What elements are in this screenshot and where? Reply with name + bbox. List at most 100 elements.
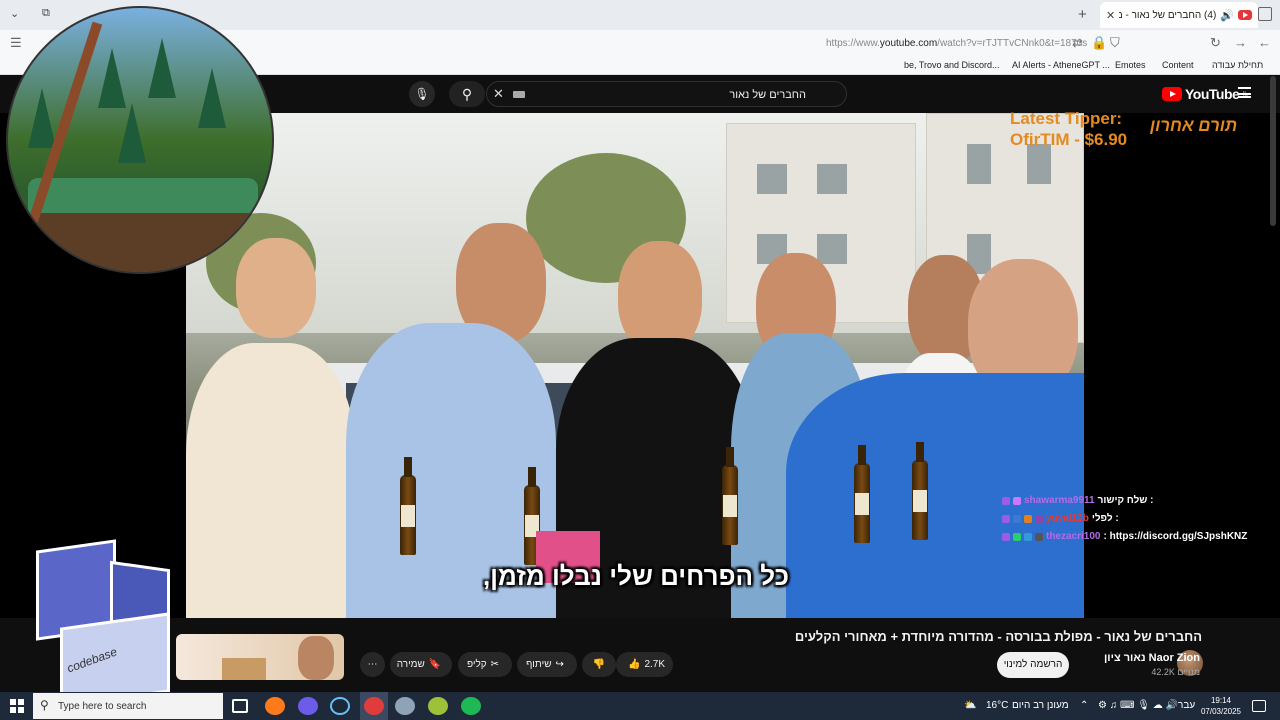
- weather-text[interactable]: מעונן רב היום: [1012, 700, 1069, 711]
- search-button[interactable]: ⚲: [449, 81, 485, 107]
- badge-icon: [1035, 515, 1043, 523]
- tree-shape: [98, 48, 126, 108]
- tipper-hebrew-label: תורם אחרון: [1150, 116, 1238, 135]
- recommended-video-thumbnail[interactable]: [176, 634, 344, 680]
- tree-shape: [118, 103, 146, 163]
- forward-icon[interactable]: →: [1234, 35, 1247, 50]
- dislike-icon: 👎: [592, 659, 606, 670]
- tab-youtube[interactable]: 🔊 (4) החברים של נאור - מפולת ✕: [1100, 2, 1258, 28]
- new-tab-button[interactable]: +: [1078, 6, 1087, 23]
- reload-icon[interactable]: ↻: [1210, 35, 1221, 51]
- search-icon: ⚲: [40, 698, 49, 712]
- badge-icon: [1002, 533, 1010, 541]
- steam-icon[interactable]: [330, 697, 350, 715]
- tree-shape: [148, 38, 176, 98]
- bookmark-ai-alerts[interactable]: AI Alerts - AtheneGPT ...: [1012, 60, 1110, 70]
- chat-user: yuval12b: [1046, 513, 1089, 524]
- more-actions-button[interactable]: ⋯: [360, 652, 385, 677]
- share-icon: ↪: [555, 659, 564, 670]
- like-button[interactable]: 👍 2.7K: [616, 652, 673, 677]
- tree-shape: [28, 88, 56, 148]
- share-button[interactable]: שיתוף ↪: [517, 652, 577, 677]
- clip-label: קליפ: [466, 659, 487, 670]
- search-input[interactable]: החברים של נאור ✕: [486, 81, 847, 107]
- scissors-icon: ✂: [490, 659, 500, 670]
- youtube-play-icon: [1162, 87, 1182, 101]
- badge-icon: [1013, 515, 1021, 523]
- tray-icons[interactable]: ⚙ ♫ ⌨ 🎙 ☁ 🔊: [1098, 700, 1178, 711]
- bookmark-icon: 🔖: [428, 659, 442, 670]
- video-player[interactable]: כל הפרחים שלי נבלו מזמן,: [186, 113, 1084, 618]
- app-icon[interactable]: [428, 697, 448, 715]
- guide-menu-icon[interactable]: [1238, 87, 1251, 98]
- tree-shape: [198, 68, 226, 128]
- tray-overflow-icon[interactable]: ⌃: [1080, 700, 1088, 711]
- face-shape: [298, 636, 334, 680]
- tipper-value: OfirTIM - $6.90: [1010, 130, 1128, 149]
- clear-search-icon[interactable]: ✕: [493, 86, 504, 102]
- badge-icon: [1024, 515, 1032, 523]
- dislike-button[interactable]: 👎: [582, 652, 616, 677]
- youtube-wordmark: YouTube: [1185, 86, 1240, 102]
- keyboard-icon[interactable]: [513, 91, 525, 98]
- share-label: שיתוף: [526, 659, 552, 670]
- weather-icon[interactable]: ⛅: [964, 700, 976, 711]
- start-menu-icon[interactable]: [10, 699, 24, 713]
- notifications-icon[interactable]: [1252, 700, 1266, 712]
- taskbar-search-placeholder: Type here to search: [58, 701, 147, 712]
- back-icon[interactable]: ←: [1258, 35, 1271, 50]
- task-view-icon[interactable]: [232, 699, 248, 713]
- subscribe-button[interactable]: הרשמה למינוי: [997, 652, 1069, 678]
- window-control-icon[interactable]: [1258, 7, 1272, 21]
- channel-name[interactable]: נאור ציון Naor Zion: [1104, 652, 1200, 664]
- app-icon[interactable]: [364, 697, 384, 715]
- chat-user: shawarma9911: [1024, 495, 1095, 506]
- page-scrollbar[interactable]: [1270, 76, 1276, 226]
- bookmark-emotes[interactable]: Emotes: [1115, 60, 1146, 70]
- box-shape: [222, 658, 266, 680]
- chat-line: yuval12b לפלי :: [1002, 510, 1247, 528]
- codebase-cube-overlay: codebase: [30, 535, 180, 710]
- app-icon[interactable]: [298, 697, 318, 715]
- youtube-favicon-icon: [1238, 10, 1252, 20]
- screen: ⌄ ⧉ + 🔊 (4) החברים של נאור - מפולת ✕ ☰ ⛉…: [0, 0, 1280, 720]
- clip-button[interactable]: קליפ ✂: [458, 652, 512, 677]
- youtube-logo[interactable]: YouTube IL: [1162, 86, 1248, 102]
- speaker-icon[interactable]: 🔊: [1220, 9, 1234, 22]
- tab-title: (4) החברים של נאור - מפולת: [1119, 9, 1217, 21]
- badge-icon: [1024, 533, 1032, 541]
- badge-icon: [1013, 497, 1021, 505]
- close-tab-icon[interactable]: ✕: [1106, 9, 1115, 22]
- menu-icon[interactable]: ☰: [10, 35, 22, 51]
- language-indicator[interactable]: עבר: [1178, 700, 1195, 711]
- chat-user: thezacri100: [1046, 531, 1101, 542]
- chat-overlay: shawarma9911 שלח קישור : yuval12b לפלי :…: [1002, 492, 1247, 546]
- chat-message: שלח קישור :: [1097, 495, 1154, 506]
- weather-temp[interactable]: 16°C: [986, 700, 1008, 711]
- bookmark-discord[interactable]: be, Trovo and Discord...: [904, 60, 1000, 70]
- shield-icon[interactable]: ⛉: [1110, 35, 1120, 51]
- app-icon[interactable]: [395, 697, 415, 715]
- latest-tipper: Latest Tipper: OfirTIM - $6.90: [1010, 108, 1127, 150]
- video-subtitle: כל הפרחים שלי נבלו מזמן,: [482, 561, 790, 591]
- badge-icon: [1002, 497, 1010, 505]
- lock-icon[interactable]: 🔒: [1091, 35, 1107, 51]
- tab-list-icon[interactable]: ⌄: [10, 7, 19, 20]
- webcam-overlay: [6, 6, 274, 274]
- url-field[interactable]: https://www.youtube.com/watch?v=rTJTTvCN…: [826, 38, 1087, 49]
- channel-subscribers: 42.2K מנויים: [1151, 667, 1200, 677]
- clock-date: 07/03/2025: [1200, 707, 1242, 716]
- microphone-icon[interactable]: 🎙: [409, 81, 435, 107]
- spotify-icon[interactable]: [461, 697, 481, 715]
- firefox-icon[interactable]: [265, 697, 285, 715]
- chat-message: לפלי :: [1091, 513, 1119, 524]
- taskbar-clock[interactable]: 19:14 07/03/2025: [1198, 695, 1244, 717]
- badge-icon: [1013, 533, 1021, 541]
- search-query: החברים של נאור: [729, 89, 806, 101]
- save-button[interactable]: שמירה 🔖: [390, 652, 452, 677]
- bookmark-content[interactable]: Content: [1162, 60, 1194, 70]
- restore-window-icon[interactable]: ⧉: [42, 7, 50, 20]
- video-title: החברים של נאור - מפולת בבורסה - מהדורה מ…: [794, 629, 1202, 644]
- bookmark-start[interactable]: תחילת עבודה: [1212, 60, 1263, 70]
- chat-line: shawarma9911 שלח קישור :: [1002, 492, 1247, 510]
